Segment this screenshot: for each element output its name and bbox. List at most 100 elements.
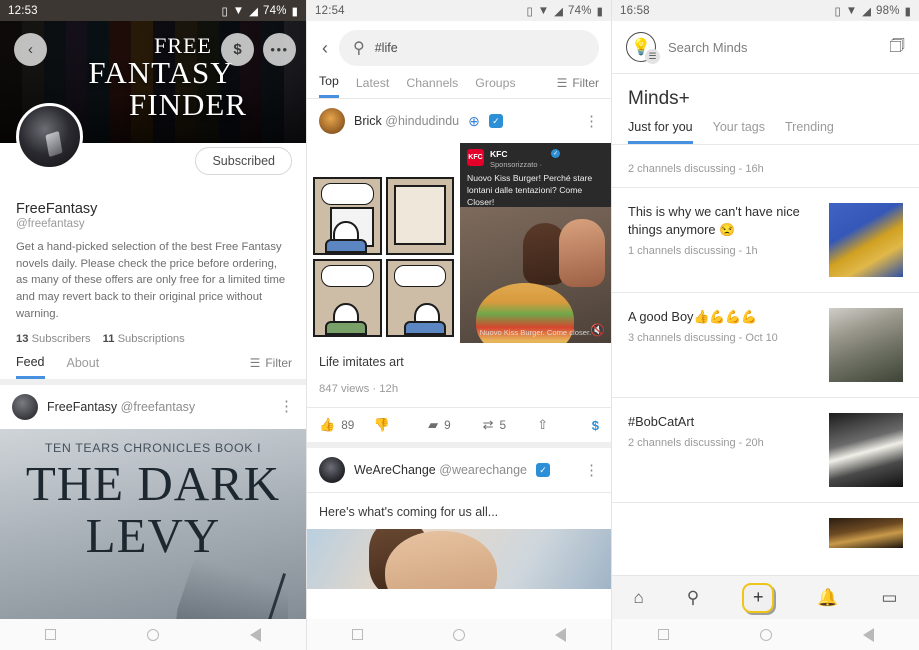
list-item[interactable] (612, 503, 919, 563)
back-button[interactable]: ‹ (319, 38, 331, 59)
filter-button[interactable]: ☰ Filter (557, 76, 599, 97)
minds-tabbar: Just for you Your tags Trending (612, 110, 919, 144)
wifi-icon: ▼ (845, 4, 858, 17)
coins-icon[interactable]: 🗇 (889, 33, 905, 62)
home-icon[interactable]: ⌂ (634, 588, 644, 608)
battery-icon: ▮ (904, 5, 911, 18)
post-actions: 👍 89 👎 ▰ 9 ⇄ 5 ⇧ $ (307, 408, 611, 442)
tab-feed[interactable]: Feed (16, 355, 45, 379)
tab-trending[interactable]: Trending (785, 120, 834, 144)
thumbs-down-button[interactable]: 👎 (374, 417, 429, 433)
page-title: Minds+ (628, 88, 690, 109)
chevron-left-icon: ‹ (28, 41, 33, 58)
minds-logo[interactable]: 💡 ☰ (626, 32, 660, 64)
recents-button[interactable] (352, 629, 363, 640)
thumbs-up-button[interactable]: 👍 89 (319, 417, 374, 433)
post-author[interactable]: WeAreChange @wearechange (354, 463, 527, 477)
list-item-title: This is why we can't have nice things an… (628, 204, 800, 238)
screen-minds-plus: 16:58 ▯ ▼ ◢ 98% ▮ 💡 ☰ Search Minds 🗇 Min… (612, 0, 919, 650)
avatar[interactable] (16, 103, 83, 170)
subscribe-button[interactable]: Subscribed (195, 147, 292, 175)
list-item-thumbnail[interactable] (829, 308, 903, 382)
tip-button[interactable]: $ (592, 418, 599, 433)
plus-badge-icon: ⊕ (468, 112, 480, 129)
search-value: #life (374, 41, 398, 55)
search-minds-input[interactable]: Search Minds (668, 40, 747, 55)
comic-image[interactable] (307, 143, 460, 343)
back-nav-button[interactable] (249, 627, 261, 642)
post-author-name: WeAreChange (354, 463, 436, 477)
filter-button[interactable]: ☰ Filter (250, 356, 292, 377)
share-button[interactable]: ⇧ (537, 417, 592, 433)
comment-button[interactable]: ▰ 9 (428, 417, 483, 433)
subscribers-stat[interactable]: 13 Subscribers (16, 333, 91, 345)
search-icon[interactable]: ⚲ (687, 588, 699, 608)
post-image-book-cover[interactable]: TEN TEARS CHRONICLES BOOK I THE DARK LEV… (0, 428, 306, 650)
more-options-button[interactable]: ••• (263, 33, 296, 66)
home-button[interactable] (146, 628, 159, 641)
kfc-sponsored-label: Sponsorizzato · (490, 160, 543, 169)
vibrate-icon: ▯ (834, 5, 841, 18)
tab-about[interactable]: About (67, 356, 100, 377)
status-time: 16:58 (620, 4, 650, 17)
search-bar: ‹ ⚲ #life (307, 21, 611, 74)
list-item[interactable]: #BobCatArt 2 channels discussing - 20h (612, 398, 919, 502)
channel-stats: 13 Subscribers 11 Subscriptions (16, 333, 292, 345)
back-nav-button[interactable] (555, 627, 566, 642)
post-avatar[interactable] (12, 393, 38, 420)
dollar-icon: $ (591, 417, 599, 433)
home-button[interactable] (453, 628, 465, 641)
kfc-ad-image[interactable]: KFC KFC Sponsorizzato · ✓ Nuovo Kiss Bur… (460, 143, 611, 343)
remind-icon: ⇄ (482, 417, 494, 432)
battery-percent: 98% (876, 4, 900, 17)
subscriptions-stat[interactable]: 11 Subscriptions (103, 333, 185, 345)
vibrate-icon: ▯ (526, 5, 533, 18)
post-menu-button[interactable]: ⋮ (279, 399, 294, 414)
mute-icon[interactable]: 🔇 (590, 323, 605, 337)
subscriptions-count: 11 (102, 332, 115, 345)
list-item-thumbnail[interactable] (829, 518, 903, 548)
search-input[interactable]: ⚲ #life (339, 30, 599, 66)
post-menu-button[interactable]: ⋮ (584, 463, 599, 478)
recents-button[interactable] (657, 629, 669, 640)
tab-just-for-you[interactable]: Just for you (628, 120, 693, 144)
verified-badge-icon: ✓ (551, 149, 561, 158)
post-author[interactable]: FreeFantasy @freefantasy (47, 400, 195, 414)
post-avatar[interactable] (319, 457, 345, 483)
post-text: Life imitates art (319, 355, 404, 369)
list-item-sub: 2 channels discussing - 16h (628, 163, 764, 175)
tab-channels[interactable]: Channels (406, 76, 458, 97)
home-button[interactable] (759, 628, 772, 641)
book-title-line-1: THE DARK (25, 455, 281, 511)
list-item-thumbnail[interactable] (829, 413, 903, 487)
post-menu-button[interactable]: ⋮ (584, 114, 599, 129)
dollar-icon: $ (233, 41, 242, 58)
wire-button[interactable]: $ (221, 33, 254, 66)
back-button[interactable]: ‹ (14, 33, 47, 66)
tab-groups[interactable]: Groups (475, 76, 515, 97)
list-item[interactable]: 2 channels discussing - 16h (612, 145, 919, 187)
compose-button[interactable]: + (742, 582, 775, 613)
post-header: FreeFantasy @freefantasy ⋮ (0, 385, 306, 429)
chat-icon[interactable]: ▭ (881, 588, 897, 608)
status-bar-right: 16:58 ▯ ▼ ◢ 98% ▮ (612, 0, 919, 21)
tab-top[interactable]: Top (319, 74, 339, 98)
verified-badge-icon: ✓ (488, 114, 503, 128)
post-author[interactable]: Brick @hindudindu (354, 114, 459, 128)
back-nav-button[interactable] (862, 627, 874, 642)
comic-panel-4 (385, 259, 454, 337)
bell-icon[interactable]: 🔔 (817, 588, 838, 608)
wifi-icon: ▼ (232, 4, 245, 17)
list-item[interactable]: A good Boy👍💪💪💪 3 channels discussing - O… (612, 293, 919, 397)
recents-button[interactable] (45, 629, 57, 640)
post-avatar[interactable] (319, 108, 345, 134)
post-media[interactable]: KFC KFC Sponsorizzato · ✓ Nuovo Kiss Bur… (307, 143, 611, 343)
post-image-2[interactable] (307, 529, 611, 589)
list-item-title: A good Boy👍💪💪💪 (628, 309, 758, 324)
tab-your-tags[interactable]: Your tags (713, 120, 765, 144)
tab-latest[interactable]: Latest (356, 76, 390, 97)
remind-button[interactable]: ⇄ 5 (483, 417, 538, 433)
signal-icon: ◢ (249, 5, 259, 18)
list-item[interactable]: This is why we can't have nice things an… (612, 188, 919, 292)
list-item-thumbnail[interactable] (829, 203, 903, 277)
